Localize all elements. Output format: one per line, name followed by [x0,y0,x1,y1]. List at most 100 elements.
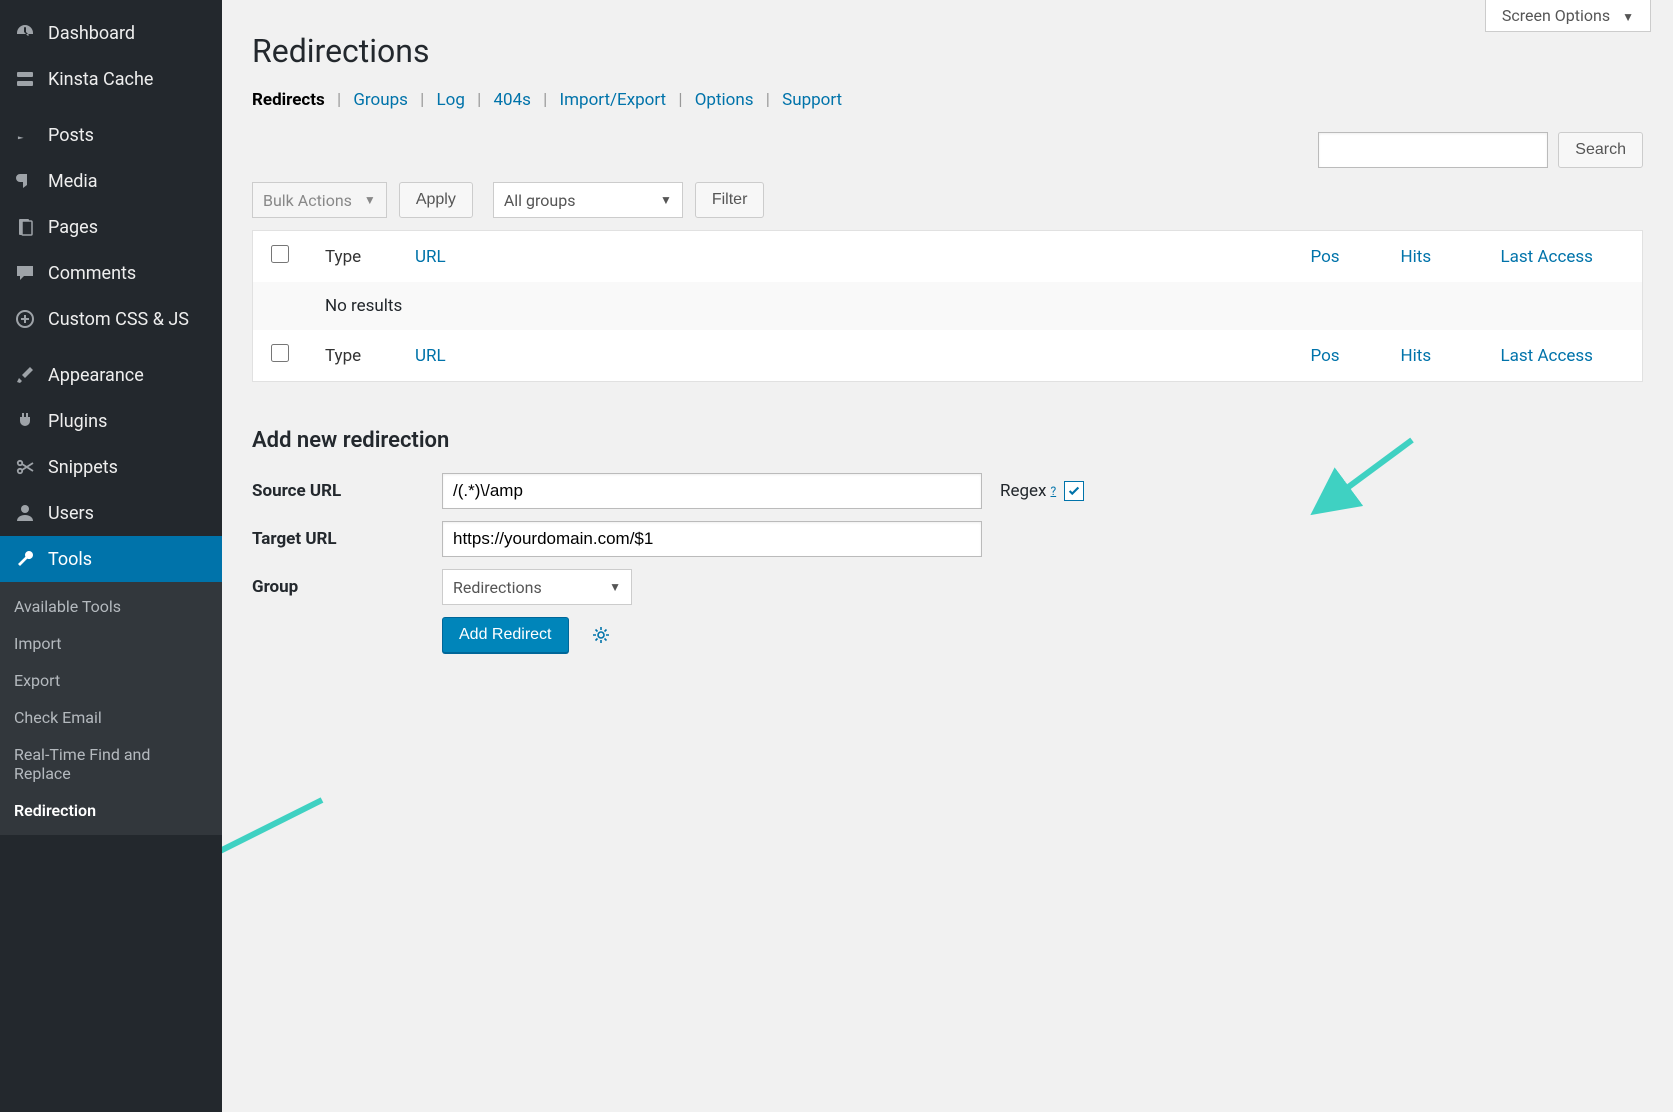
sidebar-item-users[interactable]: Users [0,490,222,536]
target-url-label: Target URL [252,529,442,549]
submenu-redirection[interactable]: Redirection [0,792,222,829]
tab-import-export[interactable]: Import/Export [560,90,667,110]
col-last[interactable]: Last Access [1483,330,1643,382]
search-input[interactable] [1318,132,1548,168]
target-url-input[interactable] [442,521,982,557]
sidebar-item-custom-css-js[interactable]: Custom CSS & JS [0,296,222,342]
submenu-import[interactable]: Import [0,625,222,662]
plugin-tabs: Redirects | Groups | Log | 404s | Import… [252,90,1643,110]
sidebar-item-label: Plugins [48,411,107,432]
bulk-actions-row: Bulk Actions ▼ Apply All groups ▼ Filter [252,182,1643,218]
table-empty-row: No results [253,282,1643,330]
menu-separator [0,342,222,352]
sidebar-submenu-tools: Available Tools Import Export Check Emai… [0,582,222,835]
add-redirection-heading: Add new redirection [252,428,1643,453]
sidebar-item-comments[interactable]: Comments [0,250,222,296]
screen-options-toggle[interactable]: Screen Options ▼ [1485,0,1651,32]
annotation-arrow-redirection [222,790,342,900]
add-redirect-button[interactable]: Add Redirect [442,617,569,653]
regex-control: Regex ? [1000,481,1084,501]
advanced-options-toggle[interactable] [587,621,615,649]
main-content: Screen Options ▼ Redirections Redirects … [222,0,1673,1112]
regex-checkbox[interactable] [1064,481,1084,501]
filter-button[interactable]: Filter [695,182,765,218]
tab-options[interactable]: Options [695,90,754,110]
col-url[interactable]: URL [397,330,1293,382]
sidebar-item-label: Pages [48,217,98,238]
sidebar-item-label: Custom CSS & JS [48,309,189,330]
admin-sidebar: Dashboard Kinsta Cache Posts Media Pages… [0,0,222,1112]
tab-log[interactable]: Log [436,90,464,110]
tab-separator: | [329,90,349,110]
source-url-row: Source URL Regex ? [252,473,1643,509]
sidebar-item-label: Posts [48,125,94,146]
table-footer-row: Type URL Pos Hits Last Access [253,330,1643,382]
sidebar-item-dashboard[interactable]: Dashboard [0,10,222,56]
submenu-find-replace[interactable]: Real-Time Find and Replace [0,736,222,792]
group-filter-label: All groups [504,191,576,210]
tab-separator: | [412,90,432,110]
media-icon [14,170,36,192]
sidebar-item-label: Dashboard [48,23,135,44]
bulk-actions-label: Bulk Actions [263,191,352,210]
table-header-row: Type URL Pos Hits Last Access [253,231,1643,283]
sidebar-item-label: Comments [48,263,136,284]
group-select-value: Redirections [453,578,542,597]
sidebar-item-label: Media [48,171,98,192]
regex-help-link[interactable]: ? [1050,484,1056,498]
screen-options-label: Screen Options [1502,6,1610,25]
bulk-actions-select[interactable]: Bulk Actions ▼ [252,182,387,218]
tab-support[interactable]: Support [782,90,842,110]
group-filter-select[interactable]: All groups ▼ [493,182,683,218]
col-url[interactable]: URL [397,231,1293,283]
col-pos[interactable]: Pos [1293,231,1383,283]
tab-groups[interactable]: Groups [353,90,408,110]
submenu-export[interactable]: Export [0,662,222,699]
sidebar-item-plugins[interactable]: Plugins [0,398,222,444]
submenu-available-tools[interactable]: Available Tools [0,588,222,625]
caret-down-icon: ▼ [609,580,621,594]
source-url-input[interactable] [442,473,982,509]
no-results-text: No results [307,282,1643,330]
caret-down-icon: ▼ [1622,10,1634,24]
plus-circle-icon [14,308,36,330]
target-url-row: Target URL [252,521,1643,557]
caret-down-icon: ▼ [660,193,672,207]
sidebar-item-posts[interactable]: Posts [0,112,222,158]
tab-separator: | [535,90,555,110]
wrench-icon [14,548,36,570]
col-hits[interactable]: Hits [1383,330,1483,382]
server-icon [14,68,36,90]
col-pos[interactable]: Pos [1293,330,1383,382]
sidebar-item-snippets[interactable]: Snippets [0,444,222,490]
group-row: Group Redirections ▼ [252,569,1643,605]
group-select[interactable]: Redirections ▼ [442,569,632,605]
col-last[interactable]: Last Access [1483,231,1643,283]
sidebar-item-tools[interactable]: Tools [0,536,222,582]
tab-redirects[interactable]: Redirects [252,90,325,110]
select-all-checkbox[interactable] [271,245,289,263]
page-icon [14,216,36,238]
col-hits[interactable]: Hits [1383,231,1483,283]
tab-separator: | [758,90,778,110]
plug-icon [14,410,36,432]
sidebar-item-kinsta-cache[interactable]: Kinsta Cache [0,56,222,102]
sidebar-item-appearance[interactable]: Appearance [0,352,222,398]
sidebar-item-label: Snippets [48,457,118,478]
user-icon [14,502,36,524]
sidebar-item-pages[interactable]: Pages [0,204,222,250]
select-all-checkbox-footer[interactable] [271,344,289,362]
group-select-label: Group [252,577,442,597]
brush-icon [14,364,36,386]
col-type: Type [307,231,397,283]
dashboard-icon [14,22,36,44]
sidebar-item-media[interactable]: Media [0,158,222,204]
submenu-check-email[interactable]: Check Email [0,699,222,736]
source-url-label: Source URL [252,481,442,501]
tab-404s[interactable]: 404s [493,90,530,110]
apply-button[interactable]: Apply [399,182,473,218]
scissors-icon [14,456,36,478]
pin-icon [14,124,36,146]
search-button[interactable]: Search [1558,132,1643,168]
sidebar-item-label: Tools [48,549,92,570]
